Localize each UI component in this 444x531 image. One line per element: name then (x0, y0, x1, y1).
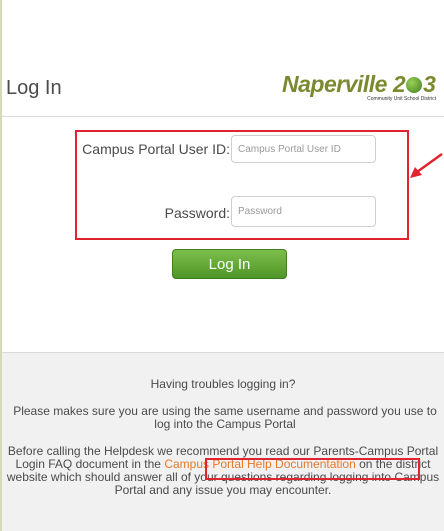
logo-subtitle: Community Unit School District (367, 96, 436, 102)
login-header: Log In Naperville 2 3 Community Unit Scho… (2, 44, 444, 116)
login-button[interactable]: Log In (172, 249, 287, 279)
logo-wordmark: Naperville 2 3 (282, 71, 436, 98)
district-logo: Naperville 2 3 Community Unit School Dist… (282, 71, 442, 105)
help-footer: Having troubles logging in? Please makes… (2, 352, 444, 531)
page-title: Log In (6, 77, 62, 99)
credentials-note: Please makes sure you are using the same… (13, 404, 437, 431)
helpdesk-note: Before calling the Helpdesk we recommend… (4, 445, 442, 497)
credentials-highlight (75, 130, 409, 240)
globe-icon (406, 77, 423, 93)
logo-text-left: Naperville 2 (282, 71, 406, 97)
header-divider (2, 116, 444, 117)
arrow-icon (410, 152, 443, 178)
logo-text-right: 3 (423, 71, 436, 97)
help-documentation-link[interactable]: Campus Portal Help Documentation (164, 457, 355, 471)
trouble-heading: Having troubles logging in? (150, 377, 296, 391)
